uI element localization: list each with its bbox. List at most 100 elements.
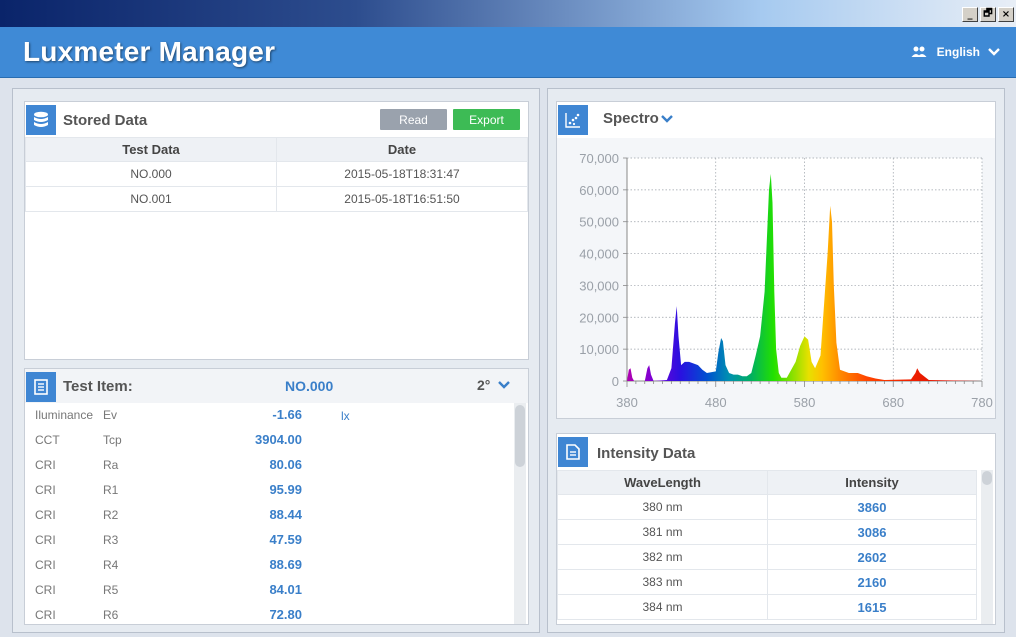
spectro-title: Spectro (603, 110, 659, 127)
x-tick-label: 480 (705, 395, 727, 410)
table-row[interactable]: 383 nm 2160 (557, 569, 977, 595)
table-row[interactable]: 381 nm 3086 (557, 519, 977, 545)
table-row[interactable]: 380 nm 3860 (557, 494, 977, 520)
intensity-title: Intensity Data (597, 445, 696, 462)
test-item-title: Test Item: (63, 378, 133, 395)
app-title: Luxmeter Manager (23, 36, 276, 67)
language-selector[interactable]: English (911, 45, 1000, 59)
export-button[interactable]: Export (453, 109, 520, 130)
list-item[interactable]: CRI R3 47.59 (25, 527, 510, 552)
selected-test-label: NO.000 (285, 378, 334, 394)
intensity-header: Intensity Data (557, 434, 995, 468)
document-icon (558, 437, 588, 467)
column-header-intensity[interactable]: Intensity (767, 470, 977, 495)
symbol-label: R1 (103, 483, 119, 497)
value-text: 84.01 (269, 582, 302, 597)
intensity-data-card: Intensity Data WaveLength Intensity 380 … (556, 433, 996, 625)
spectro-chart-area: 0 10,000 20,000 30,000 40,000 50,000 60,000 70,… (557, 138, 995, 418)
wavelength-cell: 380 nm (557, 494, 768, 520)
restore-button[interactable]: 🗗 (980, 7, 996, 22)
y-tick-label: 20,000 (579, 310, 619, 325)
window-title-bar: _ 🗗 × (0, 0, 1016, 27)
observer-angle-dropdown[interactable]: 2° (477, 377, 511, 393)
symbol-label: Ev (103, 408, 118, 422)
wavelength-cell: 383 nm (557, 569, 768, 595)
category-label: CRI (35, 583, 56, 597)
category-label: Iluminance (35, 408, 94, 422)
intensity-cell: 1615 (767, 594, 977, 620)
column-header-date[interactable]: Date (276, 137, 528, 162)
intensity-cell: 2160 (767, 569, 977, 595)
list-item[interactable]: CRI R1 95.99 (25, 477, 510, 502)
scrollbar-thumb[interactable] (515, 405, 525, 467)
column-header-wavelength[interactable]: WaveLength (557, 470, 768, 495)
table-row[interactable]: 384 nm 1615 (557, 594, 977, 620)
category-label: CRI (35, 533, 56, 547)
x-tick-label: 380 (616, 395, 638, 410)
close-button[interactable]: × (998, 7, 1014, 22)
language-label: English (936, 45, 980, 59)
spectro-card: Spectro 0 10,000 20,000 30,000 40,000 50,000 6… (556, 101, 996, 419)
list-item[interactable]: CRI Ra 80.06 (25, 452, 510, 477)
value-text: 80.06 (269, 457, 302, 472)
read-button[interactable]: Read (380, 109, 447, 130)
intensity-cell: 2602 (767, 544, 977, 570)
list-item[interactable]: Iluminance Ev -1.66 lx (25, 402, 510, 427)
symbol-label: R6 (103, 608, 119, 622)
symbol-label: R5 (103, 583, 119, 597)
value-text: 3904.00 (255, 432, 302, 447)
scatter-chart-icon (558, 105, 588, 135)
users-icon (911, 46, 927, 57)
value-text: 72.80 (269, 607, 302, 622)
category-label: CRI (35, 458, 56, 472)
symbol-label: Ra (103, 458, 119, 472)
wavelength-cell: 382 nm (557, 544, 768, 570)
list-item[interactable]: CRI R2 88.44 (25, 502, 510, 527)
spectro-dropdown[interactable]: Spectro (603, 110, 673, 127)
symbol-label: R4 (103, 558, 119, 572)
window-controls: _ 🗗 × (962, 7, 1014, 22)
table-row[interactable]: NO.001 2015-05-18T16:51:50 (25, 186, 528, 212)
wavelength-cell: 384 nm (557, 594, 768, 620)
stored-data-table: Test Data Date NO.000 2015-05-18T18:31:4… (25, 137, 528, 212)
category-label: CRI (35, 508, 56, 522)
unit-label: lx (341, 409, 350, 423)
value-text: 88.69 (269, 557, 302, 572)
list-item[interactable]: CCT Tcp 3904.00 (25, 427, 510, 452)
date-cell: 2015-05-18T16:51:50 (276, 186, 528, 212)
table-row[interactable]: NO.000 2015-05-18T18:31:47 (25, 161, 528, 187)
intensity-scrollbar[interactable] (981, 470, 993, 624)
test-item-header: Test Item: NO.000 2° (25, 369, 528, 403)
document-list-icon (26, 372, 56, 402)
category-label: CRI (35, 483, 56, 497)
test-item-list: Iluminance Ev -1.66 lx CCT Tcp 3904.00 CRI Ra 80.… (25, 402, 510, 624)
intensity-table: WaveLength Intensity 380 nm 3860 381 nm 308… (557, 470, 977, 620)
list-item[interactable]: CRI R6 72.80 (25, 602, 510, 624)
date-cell: 2015-05-18T18:31:47 (276, 161, 528, 187)
intensity-cell: 3860 (767, 494, 977, 520)
symbol-label: Tcp (103, 433, 122, 447)
column-header-test-data[interactable]: Test Data (25, 137, 277, 162)
y-tick-label: 40,000 (579, 247, 619, 262)
stored-data-header: Stored Data Read Export (25, 102, 528, 136)
spectrum-chart[interactable]: 0 10,000 20,000 30,000 40,000 50,000 60,000 70,… (557, 138, 995, 418)
test-item-card: Test Item: NO.000 2° Iluminance Ev -1.66 lx… (24, 368, 529, 625)
stored-data-title: Stored Data (63, 112, 148, 129)
minimize-button[interactable]: _ (962, 7, 978, 22)
list-item[interactable]: CRI R5 84.01 (25, 577, 510, 602)
y-tick-label: 60,000 (579, 183, 619, 198)
y-tick-label: 70,000 (579, 151, 619, 166)
intensity-cell: 3086 (767, 519, 977, 545)
wavelength-cell: 381 nm (557, 519, 768, 545)
x-tick-label: 680 (882, 395, 904, 410)
scrollbar-thumb[interactable] (982, 471, 992, 485)
test-data-cell: NO.001 (25, 186, 277, 212)
y-tick-label: 50,000 (579, 215, 619, 230)
table-row[interactable]: 382 nm 2602 (557, 544, 977, 570)
y-tick-label: 10,000 (579, 342, 619, 357)
value-text: 47.59 (269, 532, 302, 547)
test-item-scrollbar[interactable] (514, 403, 526, 624)
value-text: 95.99 (269, 482, 302, 497)
y-tick-label: 30,000 (579, 278, 619, 293)
list-item[interactable]: CRI R4 88.69 (25, 552, 510, 577)
